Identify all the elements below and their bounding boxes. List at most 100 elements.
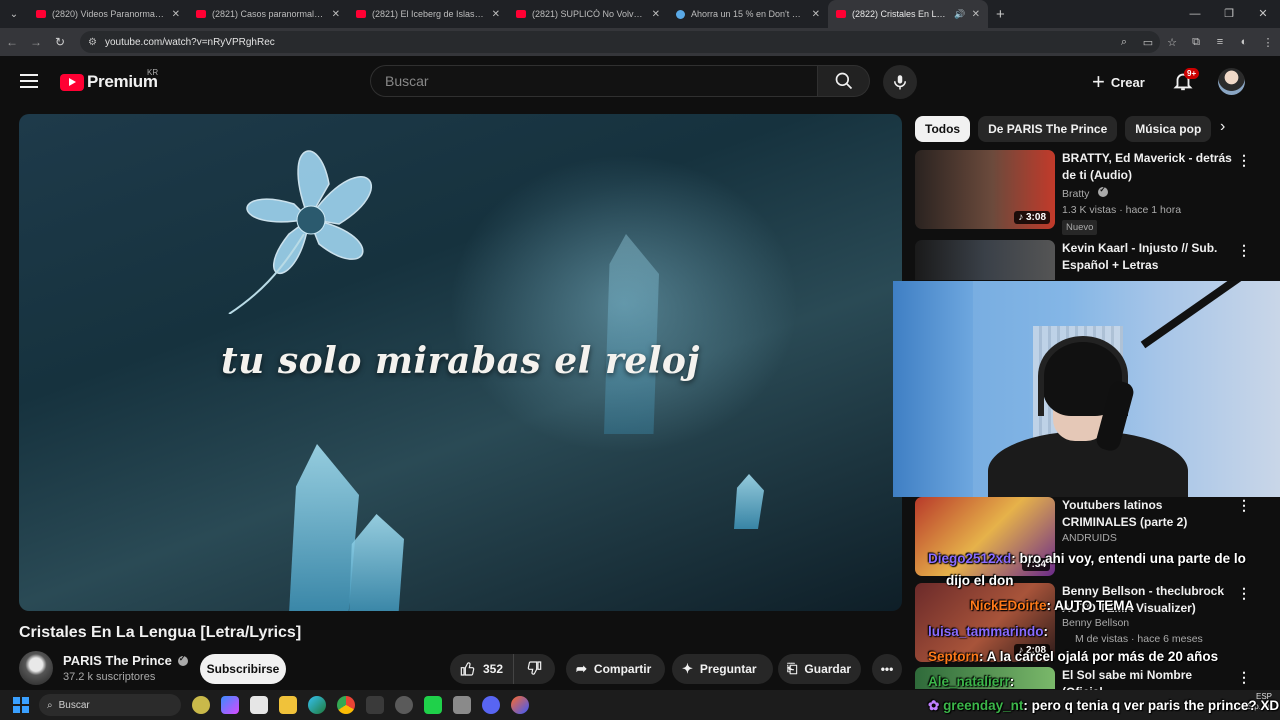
channel-name[interactable]: PARIS The Prince (63, 653, 188, 668)
chat-message: NickEDoirte: AUTO TEMA (970, 598, 1134, 613)
chip-channel[interactable]: De PARIS The Prince (978, 116, 1118, 142)
cast-icon[interactable]: ▭ (1136, 36, 1160, 49)
close-tab-icon[interactable]: ✕ (652, 9, 660, 20)
like-button[interactable]: 352 (450, 654, 515, 684)
rec-channel[interactable]: Benny Bellson (1062, 617, 1129, 629)
copilot-icon[interactable] (221, 696, 239, 714)
thumbs-up-icon (460, 662, 475, 676)
rec-meta: M de vistas · hace 6 meses (1075, 633, 1203, 645)
voice-search-button[interactable] (883, 65, 917, 99)
app-icon[interactable] (424, 696, 442, 714)
chat-message: Diego2512xd: bro ahi voy, entendi una pa… (928, 551, 1246, 566)
rec-channel[interactable]: Bratty (1062, 185, 1109, 200)
app-icon[interactable] (192, 696, 210, 714)
channel-avatar[interactable] (19, 651, 53, 685)
youtube-premium-logo[interactable]: Premium KR (60, 68, 158, 92)
notifications-button[interactable]: 9+ (1172, 68, 1200, 94)
new-tab-button[interactable]: + (996, 6, 1005, 23)
url-field[interactable]: ⚙ youtube.com/watch?v=nRyVPRghRec (80, 31, 1160, 53)
taskbar-search[interactable]: ⌕ Buscar (39, 694, 181, 716)
browser-menu-icon[interactable]: ⋮ (1256, 36, 1280, 49)
subscribe-button[interactable]: Subscribirse (200, 654, 286, 684)
close-tab-icon[interactable]: ✕ (332, 9, 340, 20)
save-button[interactable]: ⎗ Guardar (778, 654, 861, 684)
channel-name-label: PARIS The Prince (63, 653, 172, 668)
browser-tab-active[interactable]: (2822) Cristales En La Lengu 🔊 ✕ (828, 0, 988, 28)
browser-tab[interactable]: (2821) El Iceberg de Islas que e ✕ (348, 0, 508, 28)
video-player[interactable]: tu solo mirabas el reloj (19, 114, 902, 611)
file-explorer-icon[interactable] (279, 696, 297, 714)
browser-tab[interactable]: (2821) Casos paranormales de ✕ (188, 0, 348, 28)
discord-icon[interactable] (482, 696, 500, 714)
rec-title[interactable]: Kevin Kaarl - Injusto // Sub. Español + … (1062, 240, 1232, 274)
dislike-button[interactable] (514, 660, 554, 679)
more-actions-button[interactable]: ••• (872, 654, 902, 684)
chat-user: greenday_nt (943, 698, 1024, 713)
reload-icon[interactable]: ↻ (48, 35, 72, 49)
tab-search-menu-icon[interactable]: ⌄ (0, 0, 28, 28)
back-icon[interactable]: ← (0, 35, 24, 49)
windows-start-icon[interactable] (13, 697, 29, 713)
app-icon[interactable] (453, 696, 471, 714)
hamburger-menu-icon[interactable] (20, 74, 38, 88)
tab-title: (2821) SUPLICÓ No Volver Con (532, 9, 646, 19)
close-tab-icon[interactable]: ✕ (492, 9, 500, 20)
ask-button[interactable]: ✦ Preguntar (672, 654, 773, 684)
chrome-icon[interactable] (337, 696, 355, 714)
chip-musica-pop[interactable]: Música pop (1125, 116, 1212, 142)
url-text: youtube.com/watch?v=nRyVPRghRec (104, 36, 275, 48)
zoom-icon[interactable]: ⌕ (1112, 36, 1136, 49)
video-thumbnail[interactable]: ♪ 3:08 (915, 150, 1055, 229)
minimize-icon[interactable]: — (1178, 0, 1212, 28)
kebab-menu-icon[interactable]: ⋮ (1237, 152, 1251, 169)
browser-tab[interactable]: (2820) Videos Paranormales Co ✕ (28, 0, 188, 28)
app-icon[interactable] (366, 696, 384, 714)
close-tab-icon[interactable]: ✕ (972, 9, 980, 20)
browser-tab[interactable]: (2821) SUPLICÓ No Volver Con ✕ (508, 0, 668, 28)
close-window-icon[interactable]: ✕ (1246, 0, 1280, 28)
recommendation-item[interactable]: Kevin Kaarl - Injusto // Sub. Español + … (915, 240, 1265, 280)
kebab-menu-icon[interactable]: ⋮ (1237, 669, 1251, 686)
site-info-icon[interactable]: ⚙ (88, 37, 97, 48)
youtube-icon (36, 10, 46, 18)
share-button[interactable]: ➦ Compartir (566, 654, 665, 684)
store-icon[interactable] (250, 696, 268, 714)
extensions-icon[interactable]: ⧉ (1184, 36, 1208, 49)
search-button[interactable] (818, 65, 870, 97)
video-thumbnail[interactable] (915, 240, 1055, 280)
kebab-menu-icon[interactable]: ⋮ (1237, 242, 1251, 259)
search-icon (835, 72, 852, 90)
app-icon[interactable] (395, 696, 413, 714)
create-button[interactable]: + Crear (1092, 65, 1145, 99)
recommendation-item[interactable]: ♪ 3:08 BRATTY, Ed Maverick - detrás de t… (915, 150, 1265, 236)
reading-list-icon[interactable]: ≡ (1208, 36, 1232, 48)
close-tab-icon[interactable]: ✕ (812, 9, 820, 20)
forward-icon[interactable]: → (24, 35, 48, 49)
kebab-menu-icon[interactable]: ⋮ (1237, 497, 1251, 514)
chat-text: : AUTO TEMA (1046, 598, 1135, 613)
chat-text: dijo el don (946, 573, 1014, 588)
maximize-icon[interactable]: ❐ (1212, 0, 1246, 28)
share-label: Compartir (593, 662, 652, 676)
chat-user: Septorn (928, 649, 980, 664)
rec-title[interactable]: BRATTY, Ed Maverick - detrás de ti (Audi… (1062, 150, 1232, 184)
youtube-icon (356, 10, 366, 18)
account-avatar[interactable] (1218, 68, 1245, 95)
taskbar-search-label: Buscar (58, 699, 90, 711)
browser-tab[interactable]: Ahorra un 15 % en Don't Play T ✕ (668, 0, 828, 28)
chevron-right-icon[interactable]: › (1220, 118, 1225, 136)
app-icon[interactable] (511, 696, 529, 714)
chat-text: : A la carcel ojalá por más de 20 años (979, 649, 1219, 664)
rec-title[interactable]: Youtubers latinos CRIMINALES (parte 2) (1062, 497, 1232, 531)
kebab-menu-icon[interactable]: ⋮ (1237, 585, 1251, 602)
edge-icon[interactable] (308, 696, 326, 714)
rec-channel[interactable]: ANDRUIDS (1062, 532, 1117, 544)
close-tab-icon[interactable]: ✕ (172, 9, 180, 20)
tab-title: Ahorra un 15 % en Don't Play T (691, 9, 806, 19)
profile-icon[interactable]: ◐ (1232, 36, 1256, 48)
steam-icon (676, 9, 685, 19)
bookmark-star-icon[interactable]: ☆ (1160, 36, 1184, 49)
chip-todos[interactable]: Todos (915, 116, 971, 142)
audio-playing-icon[interactable]: 🔊 (954, 9, 965, 20)
search-input[interactable]: Buscar (370, 65, 818, 97)
